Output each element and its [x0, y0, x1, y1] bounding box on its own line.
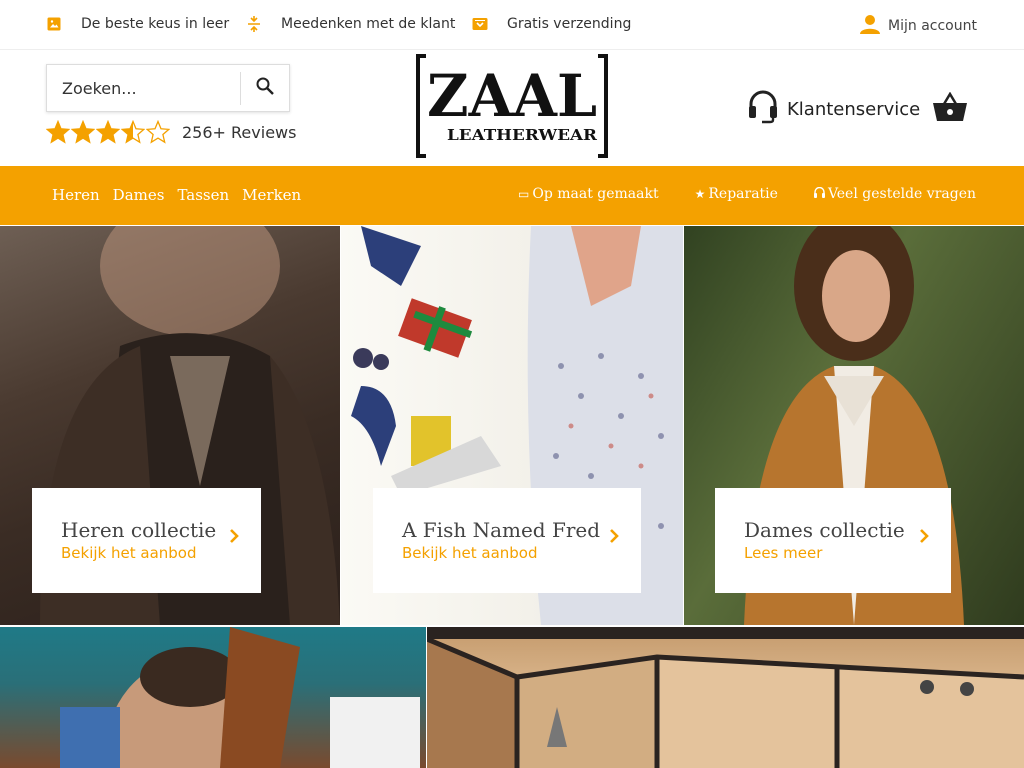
tile-title: A Fish Named Fred: [402, 518, 601, 542]
tile-title: Dames collectie: [744, 518, 905, 542]
logo-wordmark: ZAAL: [427, 62, 597, 130]
star-icon: [46, 120, 70, 144]
tile-card[interactable]: Dames collectie Lees meer: [715, 488, 951, 593]
nav-item-dames[interactable]: Dames: [113, 186, 165, 204]
reviews[interactable]: 256+ Reviews: [46, 120, 296, 144]
basket-button[interactable]: [932, 91, 968, 126]
hero-tile-heren[interactable]: Heren collectie Bekijk het aanbod: [0, 226, 340, 625]
headset-icon: [748, 90, 778, 129]
logo-subline: LEATHERWEAR: [447, 126, 598, 144]
tile-link[interactable]: Bekijk het aanbod: [402, 544, 538, 562]
logo[interactable]: ZAAL LEATHERWEAR: [416, 54, 608, 158]
search-button[interactable]: [241, 65, 289, 111]
tile-link[interactable]: Lees meer: [744, 544, 822, 562]
split-icon: [246, 16, 262, 32]
usp-label: Meedenken met de klant: [281, 16, 456, 32]
nav-item-op-maat[interactable]: ▭ Op maat gemaakt: [518, 186, 659, 202]
reviews-count: 256+ Reviews: [182, 122, 297, 142]
promo-image-tailor: [60, 627, 420, 768]
search-icon: [256, 77, 274, 99]
tile-card[interactable]: A Fish Named Fred Bekijk het aanbod: [373, 488, 641, 593]
nav-item-heren[interactable]: Heren: [52, 186, 100, 204]
tile-link[interactable]: Bekijk het aanbod: [61, 544, 197, 562]
account-link[interactable]: Mijn account: [860, 14, 977, 38]
shipping-icon: [472, 16, 488, 32]
nav-item-faq[interactable]: Veel gestelde vragen: [813, 186, 976, 202]
search-box: [46, 64, 290, 112]
customer-service-label: Klantenservice: [787, 99, 921, 120]
headset-icon: [813, 186, 825, 202]
usp-label: De beste keus in leer: [81, 16, 230, 32]
promo-tile-tailor[interactable]: [0, 627, 426, 768]
image-icon: [46, 16, 62, 32]
customer-service-link[interactable]: Klantenservice: [748, 90, 920, 129]
promo-tile-store[interactable]: [427, 627, 1024, 768]
ruler-icon: ▭: [518, 187, 530, 201]
star-rating: [46, 120, 171, 144]
usp-bar: De beste keus in leer Meedenken met de k…: [0, 0, 1024, 50]
chevron-right-icon: [919, 528, 929, 548]
hero-tile-fish-named-fred[interactable]: A Fish Named Fred Bekijk het aanbod: [341, 226, 683, 625]
search-input[interactable]: [47, 65, 240, 111]
account-label: Mijn account: [888, 18, 977, 34]
usp-item: De beste keus in leer: [46, 16, 229, 32]
nav-label: Veel gestelde vragen: [827, 186, 976, 202]
usp-item: Gratis verzending: [472, 16, 631, 32]
star-icon: [146, 120, 170, 144]
hero-tile-dames[interactable]: Dames collectie Lees meer: [684, 226, 1024, 625]
star-icon: ★: [694, 187, 706, 201]
basket-icon: [932, 91, 968, 126]
chevron-right-icon: [609, 528, 619, 548]
user-icon: [860, 14, 881, 38]
chevron-right-icon: [229, 528, 239, 548]
nav-item-reparatie[interactable]: ★ Reparatie: [695, 186, 778, 202]
nav-item-tassen[interactable]: Tassen: [177, 186, 229, 204]
usp-item: Meedenken met de klant: [246, 16, 455, 32]
main-nav: Heren Dames Tassen Merken ▭ Op maat gemaa…: [0, 166, 1024, 225]
star-icon: [71, 120, 95, 144]
promo-image-store: [427, 627, 1024, 768]
nav-item-merken[interactable]: Merken: [242, 186, 301, 204]
nav-label: Reparatie: [708, 186, 778, 202]
tile-title: Heren collectie: [61, 518, 217, 542]
nav-label: Op maat gemaakt: [532, 186, 659, 202]
star-icon: [121, 120, 145, 144]
star-icon: [96, 120, 120, 144]
tile-card[interactable]: Heren collectie Bekijk het aanbod: [32, 488, 261, 593]
usp-label: Gratis verzending: [507, 16, 632, 32]
